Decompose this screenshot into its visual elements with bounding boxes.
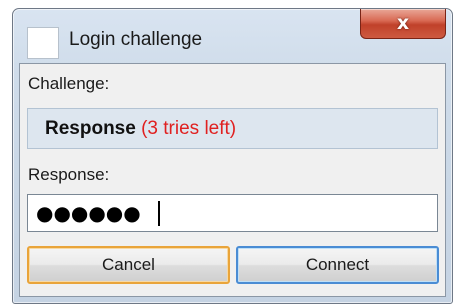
challenge-text: Response: [45, 118, 136, 139]
challenge-display: Response (3 tries left): [27, 108, 438, 149]
response-input[interactable]: ●●●●●●: [27, 194, 438, 232]
close-button[interactable]: x: [360, 9, 446, 39]
text-caret: [158, 201, 160, 226]
window-title: Login challenge: [69, 29, 203, 50]
tries-left-text: (3 tries left): [141, 118, 237, 139]
cancel-button[interactable]: Cancel: [27, 246, 230, 284]
challenge-message: Response (3 tries left): [45, 118, 236, 140]
close-icon: x: [396, 12, 410, 34]
dialog-body: Challenge: Response (3 tries left) Respo…: [19, 63, 446, 297]
response-value: ●●●●●●: [36, 201, 141, 225]
app-icon: [27, 27, 59, 59]
response-label: Response:: [28, 165, 110, 184]
challenge-label: Challenge:: [28, 74, 110, 93]
connect-button[interactable]: Connect: [236, 246, 439, 284]
title-bar[interactable]: Login challenge x: [13, 9, 452, 61]
login-challenge-dialog: Login challenge x Challenge: Response (3…: [12, 8, 453, 304]
